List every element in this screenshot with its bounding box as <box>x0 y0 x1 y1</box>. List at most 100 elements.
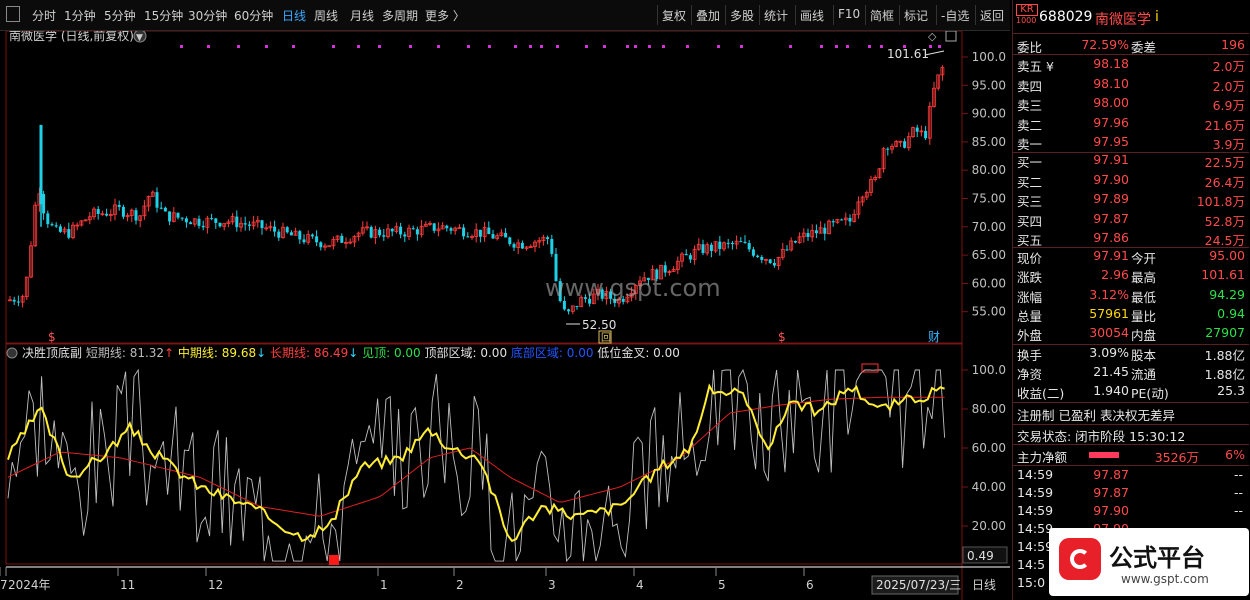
chart-area[interactable]: 100.0 95.00 90.00 85.00 80.00 75.00 70.00 65.00… <box>0 31 1010 600</box>
candle-body-down <box>382 235 386 237</box>
tick-time: 14:59 <box>1017 503 1054 518</box>
signal-dot <box>938 45 941 48</box>
signal-dot <box>378 45 381 48</box>
candle-body-down <box>491 234 495 239</box>
candle-body-down <box>567 309 571 312</box>
toolbar-button-8[interactable]: -自选 <box>941 7 969 24</box>
period-tab-5[interactable]: 60分钟 <box>234 7 273 24</box>
toolbar-button-7[interactable]: 标记 <box>904 7 928 24</box>
divider <box>1013 424 1249 425</box>
period-tab-4[interactable]: 30分钟 <box>188 7 227 24</box>
field-label: 总量 <box>1017 308 1043 324</box>
toolbar-button-2[interactable]: 多股 <box>730 7 754 24</box>
period-tab-6[interactable]: 日线 <box>282 7 306 24</box>
toolbar-button-0[interactable]: 复权 <box>662 7 686 24</box>
toolbar-button-1[interactable]: 叠加 <box>696 7 720 24</box>
field-label: 买三 <box>1017 194 1043 209</box>
period-tab-1[interactable]: 1分钟 <box>64 7 96 24</box>
price-tick-label: 80.00 <box>972 163 1006 177</box>
logo-text: 公式平台 <box>1109 544 1205 572</box>
mid-line-value: 中期线: 89.68 <box>178 345 256 360</box>
candle-body-down <box>96 209 100 214</box>
signal-dot <box>820 45 823 48</box>
candle-body-down <box>50 224 54 226</box>
date-tick-label: 2 <box>456 578 464 592</box>
candle-body-down <box>105 213 109 216</box>
panel-toggle-icon[interactable] <box>6 6 20 22</box>
candle-body-down <box>273 226 277 232</box>
signal-dot <box>868 45 871 48</box>
bottom-signal-marker <box>329 555 339 565</box>
field-label: 买一 <box>1017 155 1043 170</box>
down-arrow-icon: ↓ <box>348 346 362 360</box>
short-line-value: 短期线: 81.32 <box>82 346 164 360</box>
divider <box>1013 465 1249 466</box>
tick-price: 97.87 <box>1093 467 1129 482</box>
candle-body-down <box>54 225 58 227</box>
signal-dot <box>603 45 606 48</box>
candle-body-down <box>289 232 293 236</box>
signal-dot <box>626 45 629 48</box>
indicator-current-value: 0.49 <box>967 549 994 563</box>
period-tab-8[interactable]: 月线 <box>350 7 374 24</box>
field-value: 1.88亿 <box>1204 367 1245 382</box>
candle-body-down <box>12 299 16 302</box>
date-tick-label: 1 <box>380 578 388 592</box>
period-tab-2[interactable]: 5分钟 <box>104 7 136 24</box>
toolbar-button-3[interactable]: 统计 <box>764 7 788 24</box>
ask-row: 卖四 98.10 2.0万 <box>1013 76 1249 95</box>
price-axis: 100.0 95.00 90.00 85.00 80.00 75.00 70.00 65.00… <box>962 50 1006 319</box>
signal-dot <box>880 45 883 48</box>
tick-row: 14:59 97.87 -- <box>1013 467 1249 486</box>
candle-body-down <box>756 255 760 257</box>
date-box-label: 2025/07/23/三 <box>876 578 961 592</box>
candle-body-down <box>214 218 218 223</box>
signal-dot <box>292 45 295 48</box>
period-tab-7[interactable]: 周线 <box>314 7 338 24</box>
price-tick-label: 90.00 <box>972 107 1006 121</box>
field-value: 97.95 <box>1093 134 1129 149</box>
toolbar-button-4[interactable]: 画线 <box>800 7 824 24</box>
candle-body-down <box>806 233 810 237</box>
mid-term-line <box>7 383 945 543</box>
field-value: 97.91 <box>1093 152 1129 167</box>
signal-dot <box>835 45 838 48</box>
watermark: www.gspt.com <box>545 274 721 302</box>
period-tab-10[interactable]: 更多 〉 <box>425 7 465 24</box>
period-tab-0[interactable]: 分时 <box>32 7 56 24</box>
period-button[interactable]: 日线 <box>972 578 996 592</box>
candle-body-down <box>189 222 193 225</box>
signal-dot <box>332 45 335 48</box>
signal-dot <box>237 45 240 48</box>
candle-body-down <box>562 300 566 310</box>
tick-time: 14:5 <box>1017 557 1046 572</box>
tick-time: 14:59 <box>1017 485 1054 500</box>
candle-body-down <box>709 244 713 251</box>
toolbar-button-5[interactable]: F10 <box>838 7 860 21</box>
stat-row: 涨跌 2.96 最高 101.61 <box>1013 267 1249 286</box>
signal-dot <box>467 45 470 48</box>
candle-body-down <box>121 206 125 217</box>
candle-body-down <box>218 222 222 227</box>
indicator-series <box>7 363 946 565</box>
signal-dot <box>662 45 665 48</box>
candle-body-down <box>466 236 470 238</box>
period-tab-9[interactable]: 多周期 <box>382 7 418 24</box>
toolbar-divider <box>833 5 834 25</box>
field-value: 52.8万 <box>1204 213 1245 229</box>
toolbar-button-9[interactable]: 返回 <box>980 7 1004 24</box>
field-value: 57961 <box>1089 305 1129 321</box>
candle-body-down <box>772 262 776 266</box>
field-value: 101.8万 <box>1196 194 1245 209</box>
field-label: 买四 <box>1017 213 1043 229</box>
date-tick-label: 12 <box>208 578 223 592</box>
logo-url: www.gspt.com <box>1121 572 1209 586</box>
period-tab-3[interactable]: 15分钟 <box>144 7 183 24</box>
info-icon[interactable]: i <box>1155 9 1159 25</box>
date-tick-label: 7 <box>0 578 8 592</box>
reg-row: 注册制 已盈利 表决权无差异 <box>1013 405 1249 424</box>
toolbar-button-6[interactable]: 简框 <box>870 7 894 24</box>
ask-row: 卖一 97.95 3.9万 <box>1013 134 1249 153</box>
price-tick-label: 70.00 <box>972 220 1006 234</box>
candle-body-down <box>58 226 62 232</box>
